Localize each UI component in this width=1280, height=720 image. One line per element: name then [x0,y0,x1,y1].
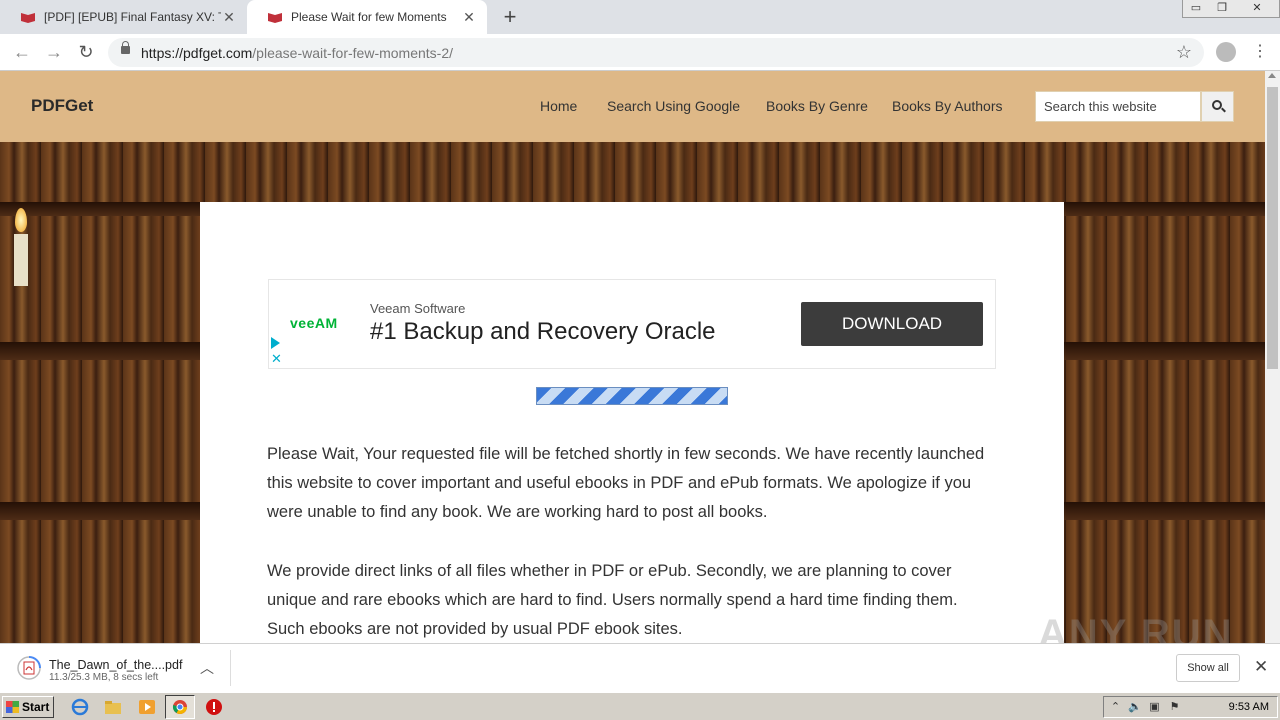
ad-close-icon[interactable]: ✕ [271,352,282,365]
candle [14,234,28,286]
profile-avatar[interactable] [1216,42,1236,62]
ad-company: Veeam Software [370,301,466,316]
tab-please-wait[interactable]: Please Wait for few Moments ✕ [247,0,487,34]
site-search-input[interactable]: Search this website [1035,91,1201,122]
download-filename[interactable]: The_Dawn_of_the....pdf [49,658,182,672]
page-scrollbar[interactable] [1265,71,1280,643]
stop-sign-icon[interactable] [205,698,223,716]
address-bar[interactable]: https://pdfget.com/please-wait-for-few-m… [108,38,1204,67]
content-card: veeAM Veeam Software #1 Backup and Recov… [200,202,1064,643]
folder-icon[interactable] [104,698,122,716]
volume-icon[interactable]: 🔈 [1128,701,1142,714]
tab-strip: [PDF] [EPUB] Final Fantasy XV: The Dawn … [0,0,1280,34]
window-controls: ▭ ❐ ✕ [1182,0,1280,18]
ad-download-button[interactable]: DOWNLOAD [801,302,983,346]
ad-headline: #1 Backup and Recovery Oracle [370,318,716,345]
download-progress: 11.3/25.3 MB, 8 secs left [49,672,159,683]
internet-explorer-icon[interactable] [71,698,89,716]
close-tab-icon[interactable]: ✕ [221,9,237,26]
ad-brand-logo: veeAM [290,315,338,331]
taskbar-clock[interactable]: 9:53 AM [1229,701,1269,713]
lock-icon [121,41,130,54]
search-button[interactable] [1201,91,1234,122]
site-header: PDFGet Home Search Using Google Books By… [0,71,1265,142]
nav-search-google[interactable]: Search Using Google [607,98,740,114]
download-shelf: The_Dawn_of_the....pdf 11.3/25.3 MB, 8 s… [0,643,1280,692]
windows-taskbar: Start ⌃ 🔈 ▣ ⚑ 9:53 AM [0,692,1280,720]
tray-expand-icon[interactable]: ⌃ [1109,701,1122,714]
close-window-icon[interactable]: ✕ [1235,0,1279,17]
system-tray: ⌃ 🔈 ▣ ⚑ 9:53 AM [1103,696,1278,718]
close-download-shelf-icon[interactable]: ✕ [1254,657,1268,677]
book-icon [21,13,35,23]
new-tab-button[interactable]: + [498,4,522,30]
network-icon[interactable]: ▣ [1148,701,1161,714]
chevron-up-icon[interactable]: ︿ [200,658,214,678]
url-text: https://pdfget.com/please-wait-for-few-m… [141,45,453,61]
forward-arrow-icon[interactable]: → [42,40,66,64]
tab-pdf-epub[interactable]: [PDF] [EPUB] Final Fantasy XV: The Dawn … [0,0,247,34]
nav-home[interactable]: Home [540,98,577,114]
pdf-file-icon [17,656,41,680]
action-center-flag-icon[interactable]: ⚑ [1168,701,1181,714]
tab-title: Please Wait for few Moments [291,10,447,24]
bookmark-star-icon[interactable]: ☆ [1176,42,1192,63]
menu-kebab-icon[interactable]: ⋮ [1252,42,1268,62]
chrome-icon [172,700,187,714]
start-label: Start [22,700,50,714]
taskbar-chrome-button[interactable] [165,695,195,719]
restore-icon[interactable]: ❐ [1209,0,1235,17]
loading-bar [536,387,728,405]
nav-books-by-genre[interactable]: Books By Genre [766,98,868,114]
windows-logo-icon [6,701,19,713]
start-button[interactable]: Start [2,696,54,718]
info-paragraph: Please Wait, Your requested file will be… [267,445,985,521]
back-arrow-icon[interactable]: ← [10,40,34,64]
reload-icon[interactable]: ↻ [74,40,98,64]
book-icon [268,13,282,23]
media-player-icon[interactable] [138,698,156,716]
show-all-button[interactable]: Show all [1176,654,1240,682]
info-paragraph: We provide direct links of all files whe… [267,562,958,638]
site-logo[interactable]: PDFGet [31,96,93,116]
close-tab-icon[interactable]: ✕ [461,9,477,26]
minimize-icon[interactable]: ▭ [1183,0,1209,17]
nav-books-by-authors[interactable]: Books By Authors [892,98,1003,114]
url-host: https://pdfget.com [141,45,253,61]
url-path: /please-wait-for-few-moments-2/ [252,45,454,61]
browser-toolbar: ← → ↻ https://pdfget.com/please-wait-for… [0,34,1280,71]
web-page: PDFGet Home Search Using Google Books By… [0,71,1265,643]
tab-title: [PDF] [EPUB] Final Fantasy XV: The Dawn … [44,10,221,24]
candle-flame [15,208,27,232]
scrollbar-thumb[interactable] [1267,87,1278,369]
scroll-up-arrow-icon[interactable] [1268,73,1276,78]
adchoices-play-icon[interactable] [271,337,280,349]
ad-banner[interactable]: veeAM Veeam Software #1 Backup and Recov… [268,279,996,369]
